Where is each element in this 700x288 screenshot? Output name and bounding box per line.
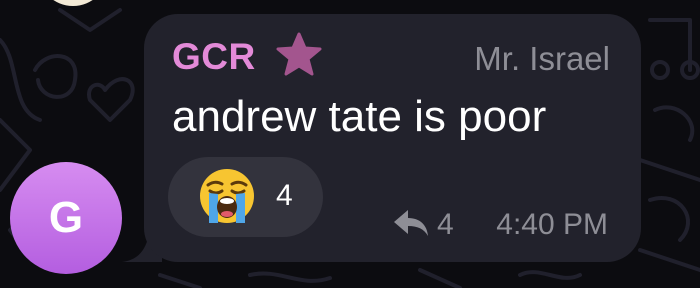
reply-icon[interactable] [392,208,430,238]
sender-role: Mr. Israel [474,40,610,77]
sender-name[interactable]: GCR [172,36,256,78]
loudly-crying-face-icon [200,169,254,223]
star-icon [276,32,322,76]
message-time: 4:40 PM [496,208,608,241]
message-bubble[interactable]: GCR Mr. Israel andrew tate is poor 4 4 4… [144,14,641,262]
reply-count[interactable]: 4 [437,208,454,242]
reaction-count: 4 [276,179,293,212]
avatar-letter: G [48,193,84,242]
message-text: andrew tate is poor [172,92,547,141]
avatar[interactable]: G [10,162,122,274]
reaction-chip[interactable]: 4 [168,157,323,237]
